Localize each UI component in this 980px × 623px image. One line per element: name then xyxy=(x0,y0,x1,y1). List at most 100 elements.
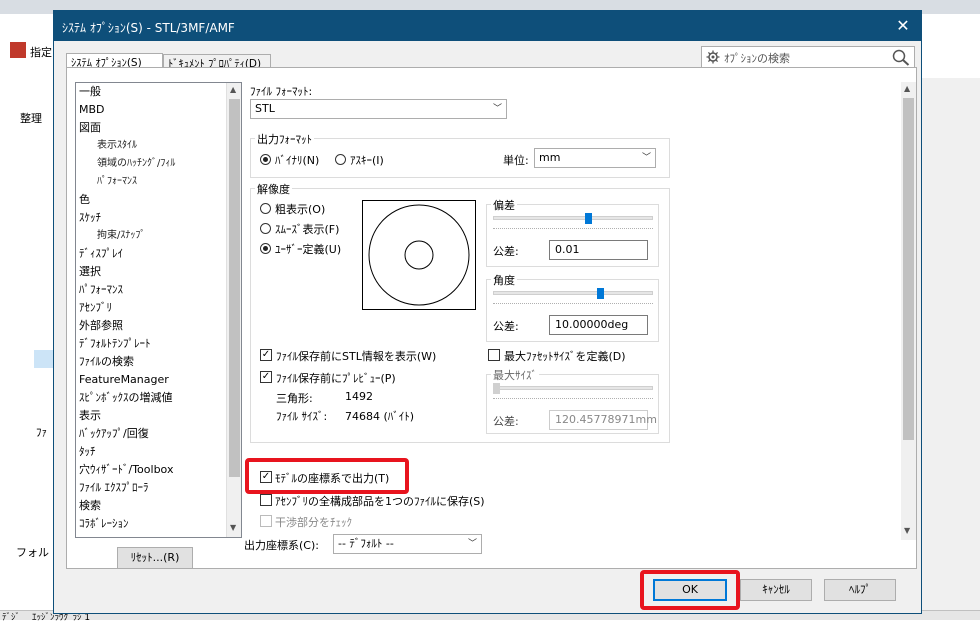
tree-item[interactable]: 拘束/ｽﾅｯﾌﾟ xyxy=(97,227,145,245)
explorer-label-1: 指定 xyxy=(30,46,52,59)
tree-item[interactable]: 領域のﾊｯﾁﾝｸﾞ/ﾌｨﾙ xyxy=(97,155,175,173)
tree-item[interactable]: ﾊﾞｯｸｱｯﾌﾟ/回復 xyxy=(79,425,149,443)
chevron-down-icon: ﹀ xyxy=(641,153,651,163)
deviation-ticks xyxy=(493,228,653,232)
angle-slider-thumb[interactable] xyxy=(597,288,605,299)
tree-item[interactable]: ｽｹｯﾁ xyxy=(79,209,101,227)
unit-dropdown[interactable]: mm ﹀ xyxy=(534,148,656,168)
panel-scrollbar[interactable]: ▲ ▼ xyxy=(901,82,916,540)
output-coord-dropdown[interactable]: -- ﾃﾞﾌｫﾙﾄ -- ﹀ xyxy=(333,534,482,554)
deviation-group: 偏差 公差: 0.01 xyxy=(486,197,659,267)
smooth-radio[interactable] xyxy=(260,223,271,234)
tree-item[interactable]: ﾌｧｲﾙの検索 xyxy=(79,353,134,371)
tree-item[interactable]: ﾀｯﾁ xyxy=(79,443,96,461)
tree-item[interactable]: 図面 xyxy=(79,119,101,137)
file-format-value: STL xyxy=(255,102,275,115)
output-coord-value: -- ﾃﾞﾌｫﾙﾄ -- xyxy=(338,537,394,550)
model-coords-checkbox[interactable]: ✓ xyxy=(260,471,272,483)
filesize-label: ﾌｧｲﾙ ｻｲｽﾞ: xyxy=(276,410,328,423)
file-format-dropdown[interactable]: STL ﹀ xyxy=(250,99,507,119)
options-search-input[interactable]: ｵﾌﾟｼｮﾝの検索 xyxy=(701,46,915,68)
tree-item[interactable]: FeatureManager xyxy=(79,371,169,389)
scroll-down-icon[interactable]: ▼ xyxy=(230,523,236,532)
system-options-dialog: ｼｽﾃﾑ ｵﾌﾟｼｮﾝ(S) - STL/3MF/AMF ✕ ｼｽﾃﾑ ｵﾌﾟｼ… xyxy=(53,10,922,614)
deviation-slider-thumb[interactable] xyxy=(584,213,592,224)
close-button[interactable]: ✕ xyxy=(890,14,916,38)
output-coord-label: 出力座標系(C): xyxy=(244,539,319,552)
show-stl-info-checkbox[interactable]: ✓ xyxy=(260,349,272,361)
resolution-legend: 解像度 xyxy=(255,181,292,197)
tree-item[interactable]: 穴ｳｨｻﾞｰﾄﾞ/Toolbox xyxy=(79,461,173,479)
unit-value: mm xyxy=(539,151,561,164)
ascii-label: ｱｽｷｰ(I) xyxy=(350,154,384,167)
resolution-group: 解像度 粗表示(O) ｽﾑｰｽﾞ表示(F) ﾕｰｻﾞｰ定義(U) 偏差 公差: … xyxy=(250,181,670,443)
tree-item[interactable]: ｱｾﾝﾌﾞﾘ xyxy=(79,299,112,317)
tree-item[interactable]: ｽﾋﾟﾝﾎﾞｯｸｽの増減値 xyxy=(79,389,173,407)
tree-item[interactable]: 色 xyxy=(79,191,90,209)
dialog-titlebar: ｼｽﾃﾑ ｵﾌﾟｼｮﾝ(S) - STL/3MF/AMF ✕ xyxy=(54,11,921,41)
deviation-slider[interactable] xyxy=(493,216,653,220)
tree-item[interactable]: ﾌｧｲﾙ ｴｸｽﾌﾟﾛｰﾗ xyxy=(79,479,149,497)
preview-circle-icon xyxy=(362,200,476,310)
assembly-single-file-checkbox[interactable] xyxy=(260,494,272,506)
explorer-label-4: フォル xyxy=(16,546,49,559)
max-size-slider-thumb xyxy=(493,383,500,394)
custom-radio[interactable] xyxy=(260,243,271,254)
deviation-tolerance-input[interactable]: 0.01 xyxy=(549,240,648,260)
binary-label: ﾊﾞｲﾅﾘ(N) xyxy=(275,154,320,167)
background-explorer-pane: 指定 整理 ﾌｧ フォル xyxy=(0,14,60,620)
tree-item[interactable]: 外部参照 xyxy=(79,317,123,335)
tree-item[interactable]: 表示ｽﾀｲﾙ xyxy=(97,137,137,155)
deviation-tolerance-label: 公差: xyxy=(493,245,519,258)
search-placeholder: ｵﾌﾟｼｮﾝの検索 xyxy=(724,52,790,65)
tree-item[interactable]: ﾃﾞｨｽﾌﾟﾚｲ xyxy=(79,245,123,263)
scroll-down-icon[interactable]: ▼ xyxy=(904,526,910,535)
tree-item[interactable]: 検索 xyxy=(79,497,101,515)
model-coords-label: ﾓﾃﾞﾙの座標系で出力(T) xyxy=(275,472,390,485)
ok-button[interactable]: OK xyxy=(653,579,727,601)
deviation-legend: 偏差 xyxy=(491,197,517,213)
scroll-up-icon[interactable]: ▲ xyxy=(904,84,910,93)
tree-item[interactable]: 選択 xyxy=(79,263,101,281)
tree-item[interactable]: ﾊﾟﾌｫｰﾏﾝｽ xyxy=(97,173,137,191)
angle-tolerance-label: 公差: xyxy=(493,320,519,333)
interference-label: 干渉部分をﾁｪｯｸ xyxy=(275,516,352,529)
max-facet-label: 最大ﾌｧｾｯﾄｻｲｽﾞを定義(D) xyxy=(504,350,626,363)
tree-item[interactable]: 一般 xyxy=(79,83,101,101)
tree-item[interactable]: ﾃﾞﾌｫﾙﾄﾃﾝﾌﾟﾚｰﾄ xyxy=(79,335,151,353)
tree-item[interactable]: 表示 xyxy=(79,407,101,425)
file-format-label: ﾌｧｲﾙ ﾌｫｰﾏｯﾄ: xyxy=(250,85,313,98)
max-size-slider xyxy=(493,386,653,390)
coarse-label: 粗表示(O) xyxy=(275,203,326,216)
max-size-tolerance-label: 公差: xyxy=(493,415,519,428)
status-tab-1: ﾃﾞｼﾞ xyxy=(2,613,21,623)
tree-item[interactable]: ｺﾗﾎﾞﾚｰｼｮﾝ xyxy=(79,515,129,533)
tree-scrollbar[interactable]: ▲ ▼ xyxy=(226,83,241,537)
angle-tolerance-input[interactable]: 10.00000deg xyxy=(549,315,648,335)
output-format-group: 出力ﾌｫｰﾏｯﾄ ﾊﾞｲﾅﾘ(N) ｱｽｷｰ(I) 単位: mm ﹀ xyxy=(250,131,670,178)
reset-button[interactable]: ﾘｾｯﾄ...(R) xyxy=(117,547,193,569)
scroll-up-icon[interactable]: ▲ xyxy=(230,85,236,94)
search-icon[interactable] xyxy=(892,49,910,66)
max-facet-checkbox[interactable] xyxy=(488,349,500,361)
angle-group: 角度 公差: 10.00000deg xyxy=(486,272,659,342)
chevron-down-icon: ﹀ xyxy=(467,539,477,549)
tree-item[interactable]: ﾊﾟﾌｫｰﾏﾝｽ xyxy=(79,281,123,299)
preview-checkbox[interactable]: ✓ xyxy=(260,371,272,383)
tree-item[interactable]: MBD xyxy=(79,101,105,119)
max-size-ticks xyxy=(493,398,653,402)
angle-slider[interactable] xyxy=(493,291,653,295)
help-button[interactable]: ﾍﾙﾌﾟ xyxy=(824,579,896,601)
ascii-radio[interactable] xyxy=(335,154,346,165)
panel-scrollbar-thumb[interactable] xyxy=(903,98,914,440)
coarse-radio[interactable] xyxy=(260,203,271,214)
binary-radio[interactable] xyxy=(260,154,271,165)
output-format-legend: 出力ﾌｫｰﾏｯﾄ xyxy=(255,131,314,147)
cancel-button[interactable]: ｷｬﾝｾﾙ xyxy=(740,579,812,601)
explorer-label-2: 整理 xyxy=(20,112,42,125)
filesize-value: 74684 (ﾊﾞｲﾄ) xyxy=(345,410,415,423)
chevron-down-icon: ﹀ xyxy=(492,104,502,114)
options-tree[interactable]: 一般 MBD 図面 表示ｽﾀｲﾙ 領域のﾊｯﾁﾝｸﾞ/ﾌｨﾙ ﾊﾟﾌｫｰﾏﾝｽ色ｽｹｯﾁ拘… xyxy=(75,82,242,538)
angle-legend: 角度 xyxy=(491,272,517,288)
tree-scrollbar-thumb[interactable] xyxy=(229,99,240,477)
